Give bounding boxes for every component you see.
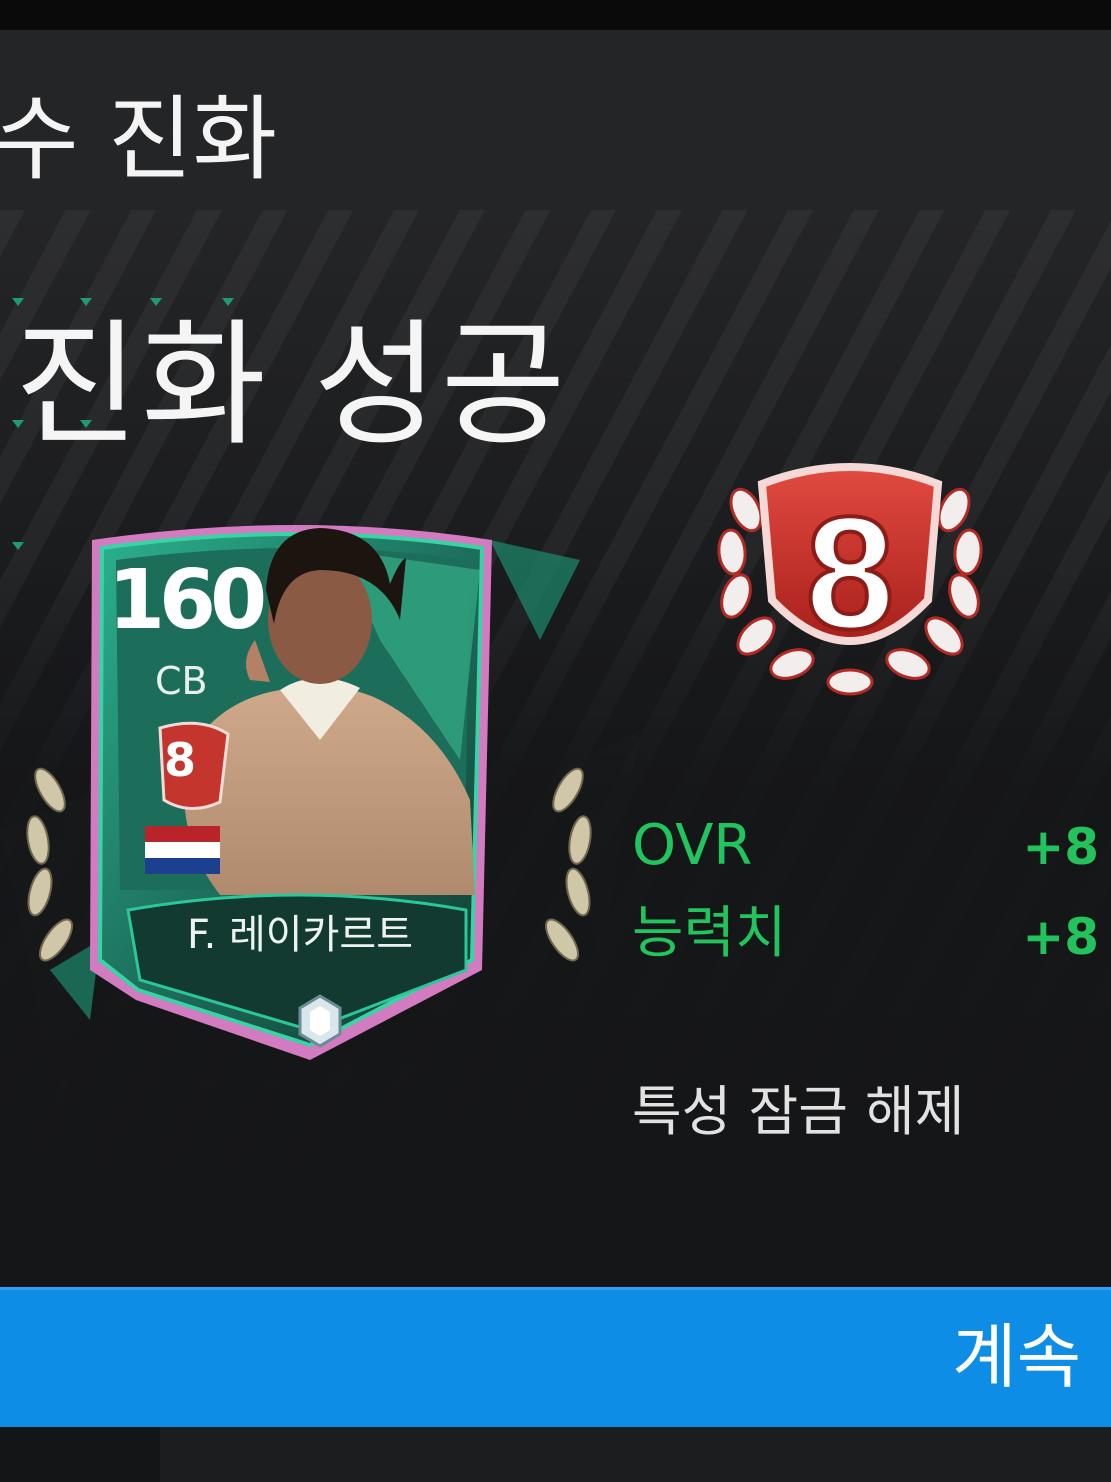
- stat-value-ability: +8: [1022, 908, 1099, 966]
- bottom-left-panel: [0, 1427, 160, 1482]
- continue-label: 계속: [952, 1316, 1081, 1398]
- level-badge-icon: 8: [717, 463, 983, 696]
- card-position: CB: [155, 659, 208, 703]
- page-title: 수 진화: [0, 86, 278, 193]
- status-bar-edge: [0, 0, 1111, 30]
- bottom-bar: [0, 1427, 1111, 1482]
- card-level-number: 8: [164, 733, 197, 787]
- header-bar: 수 진화: [0, 30, 1111, 210]
- stat-label-ability: 능력치: [632, 901, 787, 966]
- continue-button[interactable]: 계속: [0, 1287, 1111, 1427]
- card-player-name: F. 레이카르트: [186, 912, 413, 958]
- evolution-success-title: 진화 성공: [14, 307, 568, 465]
- trait-unlock-text: 특성 잠금 해제: [632, 1080, 965, 1143]
- player-card[interactable]: [20, 500, 600, 1100]
- card-ovr-rating: 160: [108, 553, 267, 648]
- stat-value-ovr: +8: [1022, 818, 1099, 876]
- stat-label-ovr: OVR: [632, 813, 753, 878]
- level-badge-number: 8: [806, 483, 895, 662]
